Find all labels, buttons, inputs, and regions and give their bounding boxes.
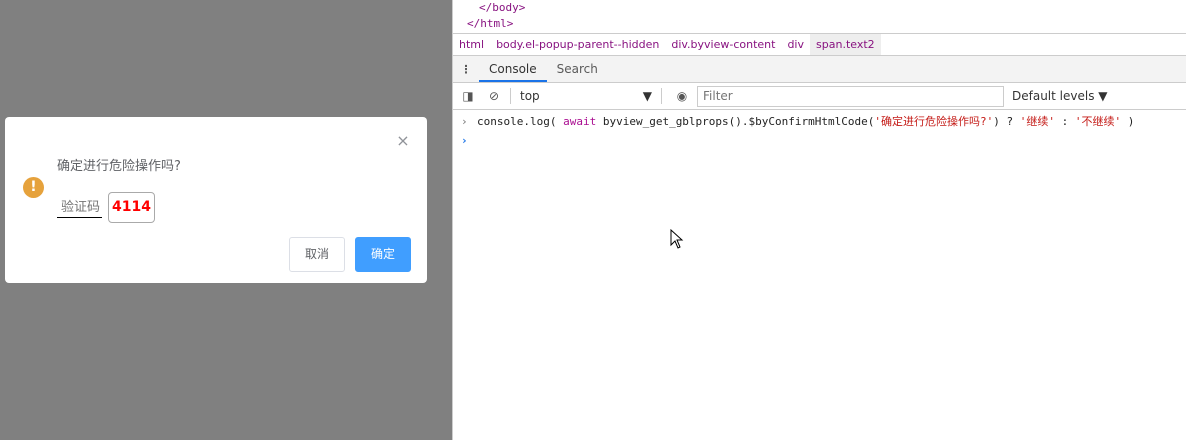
code: await	[563, 115, 597, 128]
breadcrumb-item[interactable]: body.el-popup-parent--hidden	[490, 34, 665, 55]
breadcrumb: html body.el-popup-parent--hidden div.by…	[453, 33, 1186, 56]
code: :	[1055, 115, 1075, 128]
code: '继续'	[1019, 115, 1055, 128]
console-prompt[interactable]: ›	[453, 132, 1186, 150]
dropdown-icon: ▼	[642, 89, 652, 103]
tab-search[interactable]: Search	[547, 56, 608, 82]
filter-input[interactable]	[697, 85, 1004, 107]
separator	[510, 88, 511, 104]
mouse-cursor-icon	[670, 229, 684, 249]
code: console.log(	[477, 115, 564, 128]
breadcrumb-item[interactable]: div.byview-content	[665, 34, 781, 55]
breadcrumb-item[interactable]: div	[781, 34, 810, 55]
confirm-button[interactable]: 确定	[355, 237, 411, 272]
code: '不继续'	[1074, 115, 1122, 128]
close-icon[interactable]: ×	[395, 133, 411, 149]
clear-console-icon[interactable]: ⊘	[483, 89, 505, 103]
code: byview_get_gblprops().$byConfirmHtmlCode…	[596, 115, 875, 128]
context-select[interactable]: top ▼	[516, 89, 656, 103]
breadcrumb-item[interactable]: span.text2	[810, 34, 881, 55]
console-entry: › console.log( await byview_get_gblprops(…	[453, 113, 1186, 131]
code: ) ?	[993, 115, 1020, 128]
page-overlay: × ! 确定进行危险操作吗? 4114 取消 确定	[0, 0, 452, 440]
code: )	[1121, 115, 1135, 128]
sidebar-toggle-icon[interactable]: ◨	[457, 89, 479, 103]
breadcrumb-item[interactable]: html	[453, 34, 490, 55]
drawer-tabs: ⋮ Console Search	[453, 56, 1186, 83]
console-toolbar: ◨ ⊘ top ▼ ◉ Default levels ▼	[453, 83, 1186, 110]
warning-icon: !	[23, 177, 44, 198]
context-value: top	[520, 89, 540, 103]
tab-console[interactable]: Console	[479, 56, 547, 82]
devtools: </body> </html> html body.el-popup-paren…	[453, 0, 1186, 440]
cancel-button[interactable]: 取消	[289, 237, 345, 272]
source-line[interactable]: </html>	[453, 16, 1186, 32]
log-levels-dropdown[interactable]: Default levels ▼	[1012, 89, 1108, 103]
code: '确定进行危险操作吗?'	[874, 115, 994, 128]
verification-code-input[interactable]	[57, 197, 102, 218]
source-line[interactable]: </body>	[453, 0, 1186, 16]
verification-code: 4114	[108, 192, 155, 223]
separator	[661, 88, 662, 104]
elements-source: </body> </html>	[453, 0, 1186, 32]
eye-icon[interactable]: ◉	[671, 89, 693, 103]
prompt-chevron-icon: ›	[461, 134, 468, 147]
input-chevron-icon: ›	[461, 115, 468, 128]
dialog-message: 确定进行危险操作吗?	[57, 159, 181, 174]
confirm-dialog: × ! 确定进行危险操作吗? 4114 取消 确定	[5, 117, 427, 283]
more-icon[interactable]: ⋮	[453, 56, 479, 82]
